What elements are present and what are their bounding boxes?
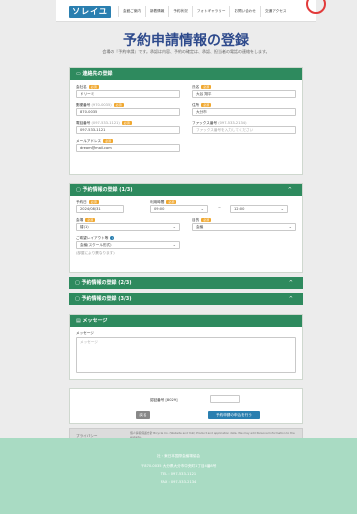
info-icon[interactable]: i [110,236,115,240]
contact-section: ▭ 連絡先の登録 会社名 必須 ドリーミ 氏名 必須 大谷 翔平 郵便番号 (970… [69,67,303,175]
site-footer: 社・東日本国際会議場協会 〒870-0035 大分県大分市中央町1丁目4番8号 … [0,438,357,514]
site-logo[interactable]: ソレイユ [69,6,111,18]
back-button[interactable]: 戻る [136,411,150,419]
fax-input[interactable]: ファックス番号を入力してください [192,126,296,134]
usage-select[interactable]: 会議 [192,223,296,231]
person-input[interactable]: 大谷 翔平 [192,90,296,98]
company-input[interactable]: ドリーミ [76,90,180,98]
reservation-section-2-header[interactable]: ▢ 予約情報の登録 (2/3) ^ [69,277,303,289]
message-section-header: ▤ メッセージ [70,315,302,327]
chevron-up-icon[interactable]: ^ [289,293,293,305]
email-input[interactable]: dream@mail.com [76,144,180,152]
highlight-circle [306,0,326,14]
room-select[interactable]: 椿(1) [76,223,180,231]
page-container: ソレイユ 会館ご案内 新着情報 予約状況 フォトギャラリー お問い合わせ 交通ア… [56,0,326,514]
actions-section: 認証番号 [8029] 戻る 予約申請の申込を行う [69,388,303,424]
contact-section-header: ▭ 連絡先の登録 [70,68,302,80]
address-input[interactable]: 大分市 [192,108,296,116]
nav-item[interactable]: お問い合わせ [229,6,260,17]
submit-button[interactable]: 予約申請の申込を行う [208,411,260,419]
nav-item[interactable]: フォトギャラリー [191,6,230,17]
end-time-select[interactable]: 12:00 [230,205,288,213]
footer-fax: FAX : 097-533-2134 [160,480,197,484]
chevron-up-icon[interactable]: ^ [288,184,292,196]
reservation-section-1-header[interactable]: ▢ 予約情報の登録 (1/3) ^ [70,184,302,196]
nav-item[interactable]: 新着情報 [144,6,168,17]
footer-tel: TEL : 097-533-1121 [160,472,197,476]
chevron-up-icon[interactable]: ^ [289,277,293,289]
time-separator: ~ [218,206,222,210]
start-time-select[interactable]: 09:00 [150,205,208,213]
nav-item[interactable]: 予約状況 [168,6,191,17]
footer-address: 〒870-0035 大分県大分市中央町1丁目4番8号 [140,464,217,468]
tel-input[interactable]: 097-533-1121 [76,126,180,134]
page-title: 予約申請情報の登録 [123,33,249,49]
reservation-section-1: ▢ 予約情報の登録 (1/3) ^ 予約日 必須 2024/08/31 利用時間必… [69,183,303,273]
auth-code-input[interactable] [210,395,240,403]
reservation-section-3-header[interactable]: ▢ 予約情報の登録 (3/3) ^ [69,293,303,305]
nav-item[interactable]: 会館ご案内 [118,6,145,17]
footer-org: 社・東日本国際会議場協会 [156,454,201,458]
layout-select[interactable]: 会議(スクール形式) [76,241,180,249]
date-input[interactable]: 2024/08/31 [76,205,124,213]
message-label: メッセージ [76,331,94,335]
nav-item[interactable]: 交通アクセス [260,6,290,17]
auth-code-label: 認証番号 [8029] [150,398,178,402]
layout-hint: (部屋により異なります) [76,251,115,255]
zip-input[interactable]: 870-0035 [76,108,180,116]
page-subtitle: 会場の『予約申請』です。承認は内容、予約の確定は、承認、担当者の電話の連絡をしま… [102,49,270,54]
message-section: ▤ メッセージ メッセージ メッセージ [69,314,303,380]
site-header: ソレイユ 会館ご案内 新着情報 予約状況 フォトギャラリー お問い合わせ 交通ア… [56,0,326,22]
message-textarea[interactable]: メッセージ [76,337,296,373]
main-nav: 会館ご案内 新着情報 予約状況 フォトギャラリー お問い合わせ 交通アクセス [118,6,290,17]
